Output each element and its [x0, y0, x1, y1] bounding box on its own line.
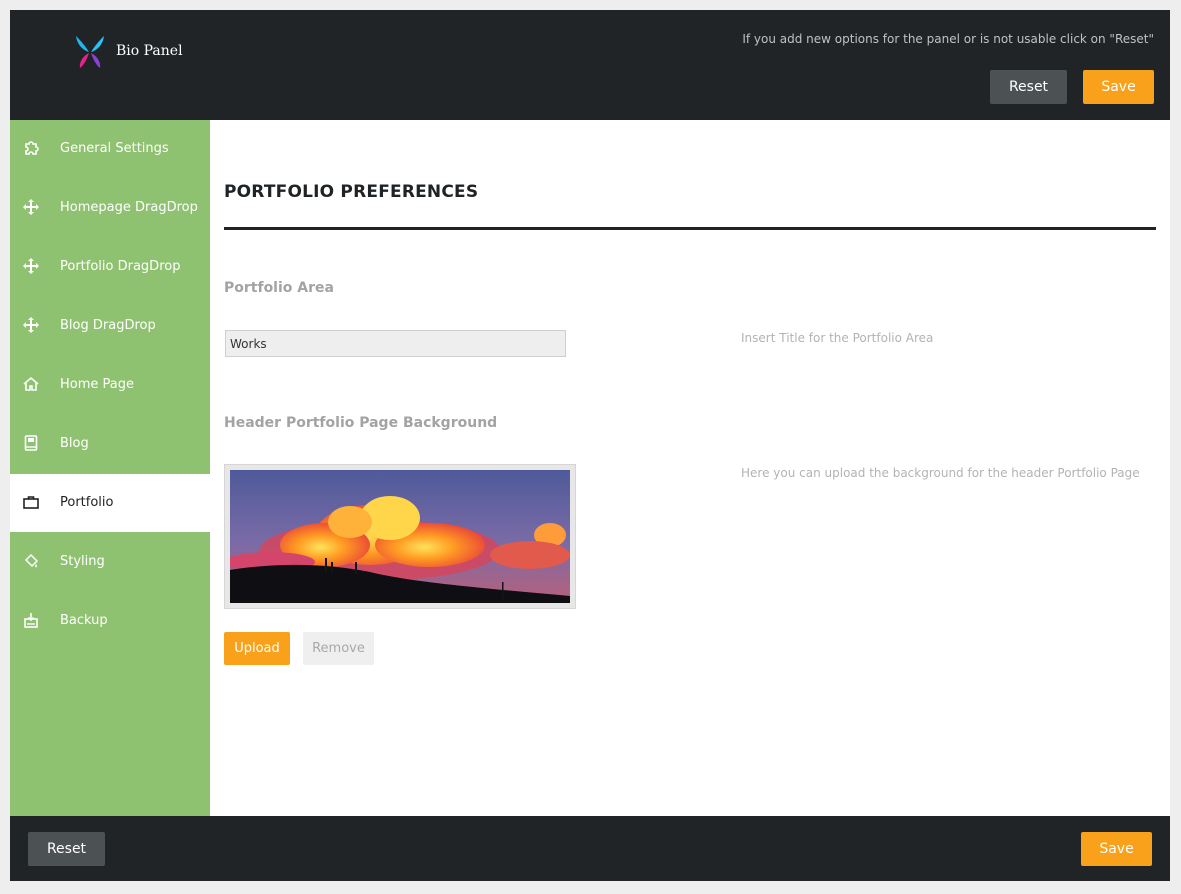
bottom-bar: Reset Save [10, 816, 1170, 881]
paint-bucket-icon [23, 553, 39, 569]
portfolio-area-help: Insert Title for the Portfolio Area [741, 331, 934, 345]
briefcase-icon [23, 494, 39, 510]
sidebar-item-label: Backup [60, 613, 108, 628]
title-divider [224, 227, 1156, 230]
sidebar-item-styling[interactable]: Styling [10, 533, 210, 591]
portfolio-area-input[interactable] [225, 330, 566, 357]
main-content: PORTFOLIO PREFERENCES Portfolio Area Ins… [210, 120, 1170, 816]
sidebar-item-label: Blog DragDrop [60, 318, 156, 333]
sidebar-item-portfolio[interactable]: Portfolio [10, 474, 210, 532]
home-icon [23, 376, 39, 392]
background-preview [224, 464, 576, 609]
puzzle-icon [23, 140, 39, 156]
sidebar-item-label: Blog [60, 436, 89, 451]
top-save-button[interactable]: Save [1083, 70, 1154, 104]
brand-name: Bio Panel [116, 43, 183, 59]
panel-frame: Bio Panel If you add new options for the… [10, 10, 1170, 881]
sidebar-item-homepage-dragdrop[interactable]: Homepage DragDrop [10, 179, 210, 237]
book-icon [23, 435, 39, 451]
reset-notice: If you add new options for the panel or … [742, 32, 1154, 46]
sidebar-item-backup[interactable]: Backup [10, 592, 210, 650]
sidebar-item-portfolio-dragdrop[interactable]: Portfolio DragDrop [10, 238, 210, 296]
sidebar-item-label: Styling [60, 554, 105, 569]
sidebar-item-label: Homepage DragDrop [60, 200, 198, 215]
sidebar-item-label: Portfolio DragDrop [60, 259, 181, 274]
header-background-help: Here you can upload the background for t… [741, 466, 1140, 480]
top-reset-button[interactable]: Reset [990, 70, 1067, 104]
move-icon [23, 317, 39, 333]
sidebar: General Settings Homepage DragDrop Portf… [10, 120, 210, 816]
backup-icon [23, 612, 39, 628]
sidebar-item-label: Portfolio [60, 495, 114, 510]
top-bar: Bio Panel If you add new options for the… [10, 10, 1170, 120]
sidebar-item-label: Home Page [60, 377, 134, 392]
remove-button[interactable]: Remove [303, 632, 374, 665]
butterfly-logo-icon [74, 34, 106, 70]
sidebar-item-home-page[interactable]: Home Page [10, 356, 210, 414]
sidebar-item-label: General Settings [60, 141, 169, 156]
sunset-clouds-image [230, 470, 570, 603]
bottom-reset-button[interactable]: Reset [28, 832, 105, 866]
page-title: PORTFOLIO PREFERENCES [224, 182, 479, 202]
upload-button[interactable]: Upload [224, 632, 290, 665]
move-icon [23, 199, 39, 215]
sidebar-item-blog-dragdrop[interactable]: Blog DragDrop [10, 297, 210, 355]
portfolio-area-label: Portfolio Area [224, 280, 334, 296]
bottom-save-button[interactable]: Save [1081, 832, 1152, 866]
sidebar-item-general-settings[interactable]: General Settings [10, 120, 210, 178]
header-background-label: Header Portfolio Page Background [224, 415, 498, 431]
move-icon [23, 258, 39, 274]
sidebar-item-blog[interactable]: Blog [10, 415, 210, 473]
